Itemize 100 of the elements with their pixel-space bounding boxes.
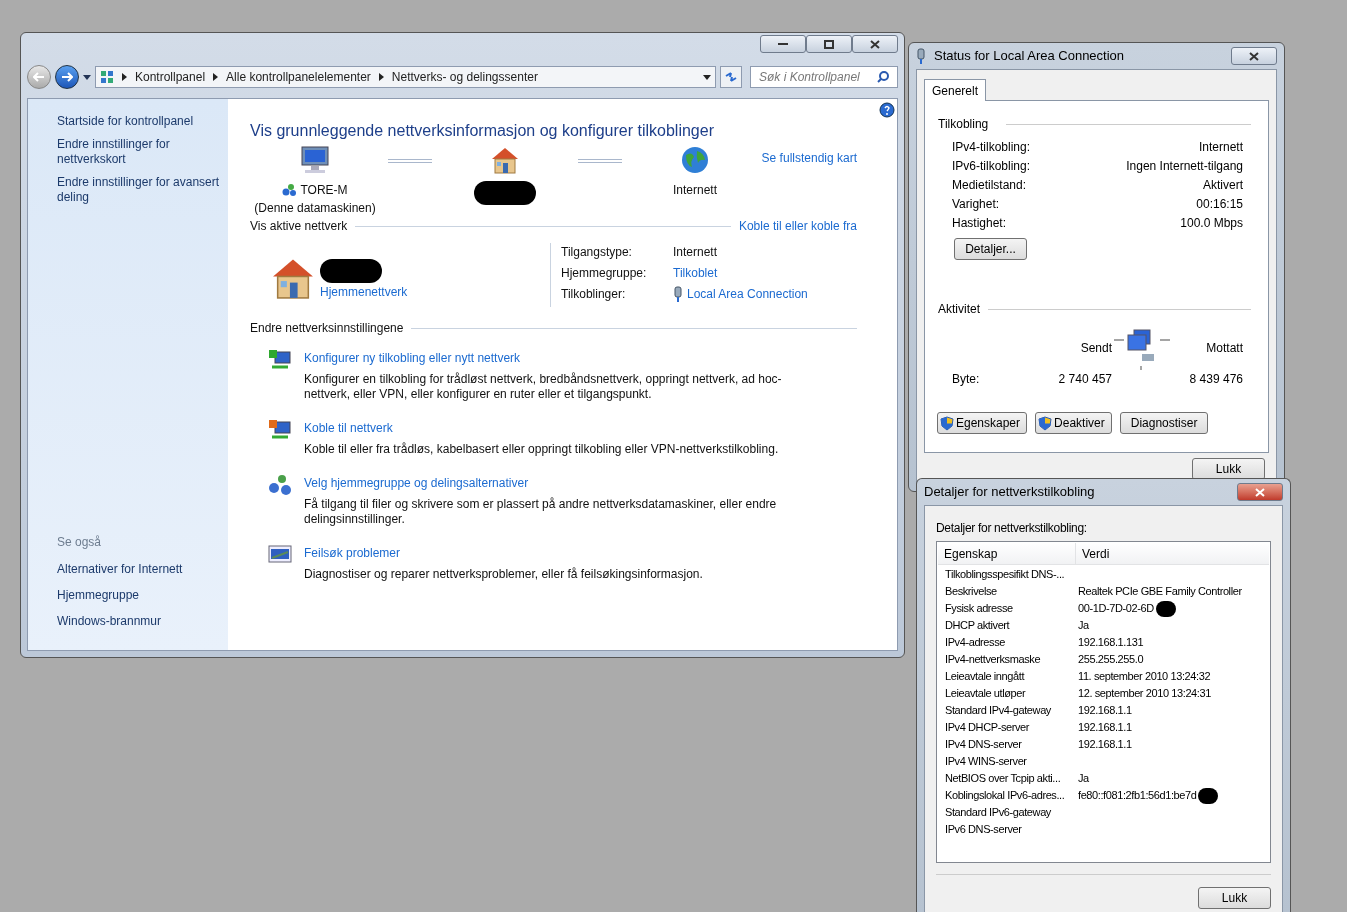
search-icon xyxy=(877,71,889,83)
list-caption: Detaljer for nettverkstilkobling: xyxy=(936,521,1087,535)
task-link[interactable]: Velg hjemmegruppe og delingsalternativer xyxy=(304,474,784,492)
detail-value: Internett xyxy=(673,244,718,261)
chevron-right-icon xyxy=(213,73,219,81)
status-value: Aktivert xyxy=(1203,177,1243,191)
help-icon xyxy=(879,102,895,118)
action-button[interactable]: Diagnostiser xyxy=(1119,412,1209,434)
close-button[interactable] xyxy=(1231,47,1277,65)
house-icon xyxy=(490,145,520,175)
table-cell-text: 192.168.1.131 xyxy=(1077,635,1144,651)
column-header[interactable]: Verdi xyxy=(1076,543,1269,564)
close-icon xyxy=(1249,51,1259,61)
breadcrumb-item[interactable]: Alle kontrollpanelelementer xyxy=(226,68,371,86)
network-type-link[interactable]: Hjemmenettverk xyxy=(320,283,408,301)
table-cell: Standard IPv6-gateway xyxy=(945,806,1051,819)
table-cell: IPv4 DHCP-server xyxy=(945,721,1030,734)
close-button[interactable] xyxy=(1237,483,1283,501)
address-bar[interactable]: Kontrollpanel Alle kontrollpanelelementer Nettverks- og delingssenter xyxy=(95,66,716,88)
sidebar-link[interactable]: Endre innstillinger for avansert deling xyxy=(57,175,220,205)
status-label: IPv6-tilkobling: xyxy=(952,158,1031,172)
table-cell: IPv4 DNS-server xyxy=(945,738,1022,751)
arrow-left-icon xyxy=(33,72,45,82)
table-cell: IPv4 WINS-server xyxy=(945,755,1027,768)
action-button[interactable]: Egenskaper xyxy=(937,412,1028,434)
network-computers-icon xyxy=(1112,326,1172,370)
refresh-arrows-icon xyxy=(724,71,738,83)
sidebar-link[interactable]: Startside for kontrollpanel xyxy=(57,114,220,129)
task-link[interactable]: Feilsøk problemer xyxy=(304,544,784,562)
status-label: Varighet: xyxy=(952,196,1000,210)
table-cell: Tilkoblingsspesifikt DNS-... xyxy=(945,568,1065,581)
network-nodes-icon xyxy=(282,183,297,197)
node-label: Internett xyxy=(673,182,717,199)
close-button[interactable] xyxy=(852,35,898,53)
detail-label: Hjemmegruppe: xyxy=(561,265,648,282)
node-label: TORE-M xyxy=(300,182,348,199)
connect-disconnect-link[interactable]: Koble til eller koble fra xyxy=(738,217,857,235)
search-field[interactable]: Søk i Kontrollpanel xyxy=(750,66,898,88)
task-link[interactable]: Koble til nettverk xyxy=(304,419,784,437)
close-dialog-button[interactable]: Lukk xyxy=(1198,887,1271,909)
table-cell: Leieavtale inngått xyxy=(945,670,1025,683)
full-map-link[interactable]: Se fullstendig kart xyxy=(761,149,857,167)
add-network-icon xyxy=(268,349,292,371)
table-cell-text: 192.168.1.1 xyxy=(1077,720,1132,736)
connection-line xyxy=(578,159,622,163)
status-label: IPv4-tilkobling: xyxy=(952,139,1031,153)
status-label: Hastighet: xyxy=(952,215,1007,229)
group-heading: Tilkobling xyxy=(938,116,989,133)
sidebar-link[interactable]: Alternativer for Internett xyxy=(57,560,220,578)
detail-link[interactable]: Tilkoblet xyxy=(673,264,718,282)
dropdown-caret-icon xyxy=(83,74,91,80)
table-cell: Standard IPv4-gateway xyxy=(945,704,1051,717)
tab[interactable]: Generelt xyxy=(924,79,987,101)
sent-bytes: 2 740 457 xyxy=(1057,371,1112,388)
task-link[interactable]: Konfigurer ny tilkobling eller nytt nettverk xyxy=(304,349,784,367)
computer-icon xyxy=(299,145,331,175)
table-cell-text: 192.168.1.1 xyxy=(1077,703,1132,719)
status-value: Internett xyxy=(1198,139,1243,153)
maximize-button[interactable] xyxy=(806,35,852,53)
detail-label: Tilgangstype: xyxy=(561,244,633,261)
maximize-icon xyxy=(824,39,834,49)
task-description: Få tilgang til filer og skrivere som er plassert på andre nettverksdatamaskiner, eller endre delingsinnstillinger. xyxy=(304,497,778,527)
table-cell-text: Ja xyxy=(1077,618,1089,634)
control-panel-icon xyxy=(100,70,114,84)
received-bytes: 8 439 476 xyxy=(1188,371,1243,388)
forward-button[interactable] xyxy=(55,65,79,89)
connect-network-icon xyxy=(268,419,292,441)
window-title: Status for Local Area Connection xyxy=(934,47,1126,66)
status-value: 00:16:15 xyxy=(1196,196,1243,210)
table-cell-text: fe80::f081:2fb1:56d1:be7d xyxy=(1077,788,1197,804)
table-cell-text: 00-1D-7D-02-6D xyxy=(1077,601,1154,617)
sidebar-link[interactable]: Endre innstillinger for nettverkskort xyxy=(57,137,220,167)
refresh-button[interactable] xyxy=(720,66,742,88)
minimize-icon xyxy=(778,42,788,46)
close-icon xyxy=(1255,487,1265,497)
sidebar-link[interactable]: Windows-brannmur xyxy=(57,612,220,630)
window-title: Detaljer for nettverkstilkobling xyxy=(924,483,1096,502)
network-nodes-icon xyxy=(268,474,292,496)
see-also-heading: Se også xyxy=(57,534,103,551)
chevron-right-icon xyxy=(122,73,127,81)
action-button[interactable]: Deaktiver xyxy=(1035,412,1112,434)
dropdown-caret-icon xyxy=(703,74,711,80)
table-cell: Koblingslokal IPv6-adres... xyxy=(945,789,1065,802)
status-value: 100.0 Mbps xyxy=(1180,215,1243,229)
breadcrumb-item[interactable]: Nettverks- og delingssenter xyxy=(391,68,538,86)
sidebar-link[interactable]: Hjemmegruppe xyxy=(57,586,220,604)
table-cell-text: Ja xyxy=(1077,771,1089,787)
details-button[interactable]: Detaljer... xyxy=(954,238,1027,260)
close-dialog-button[interactable]: Lukk xyxy=(1192,458,1265,480)
node-sublabel: (Denne datamaskinen) xyxy=(254,200,376,217)
column-header[interactable]: Egenskap xyxy=(938,543,1076,564)
table-cell-text: 192.168.1.1 xyxy=(1077,737,1132,753)
sent-label: Sendt xyxy=(1079,340,1112,357)
breadcrumb-item[interactable]: Kontrollpanel xyxy=(135,68,206,86)
table-cell-text: 255.255.255.0 xyxy=(1077,652,1144,668)
group-heading: Aktivitet xyxy=(938,301,980,318)
table-cell-text: 12. september 2010 13:24:31 xyxy=(1077,686,1211,702)
detail-link[interactable]: Local Area Connection xyxy=(687,285,808,303)
minimize-button[interactable] xyxy=(760,35,806,53)
detail-label: Tilkoblinger: xyxy=(561,286,627,303)
